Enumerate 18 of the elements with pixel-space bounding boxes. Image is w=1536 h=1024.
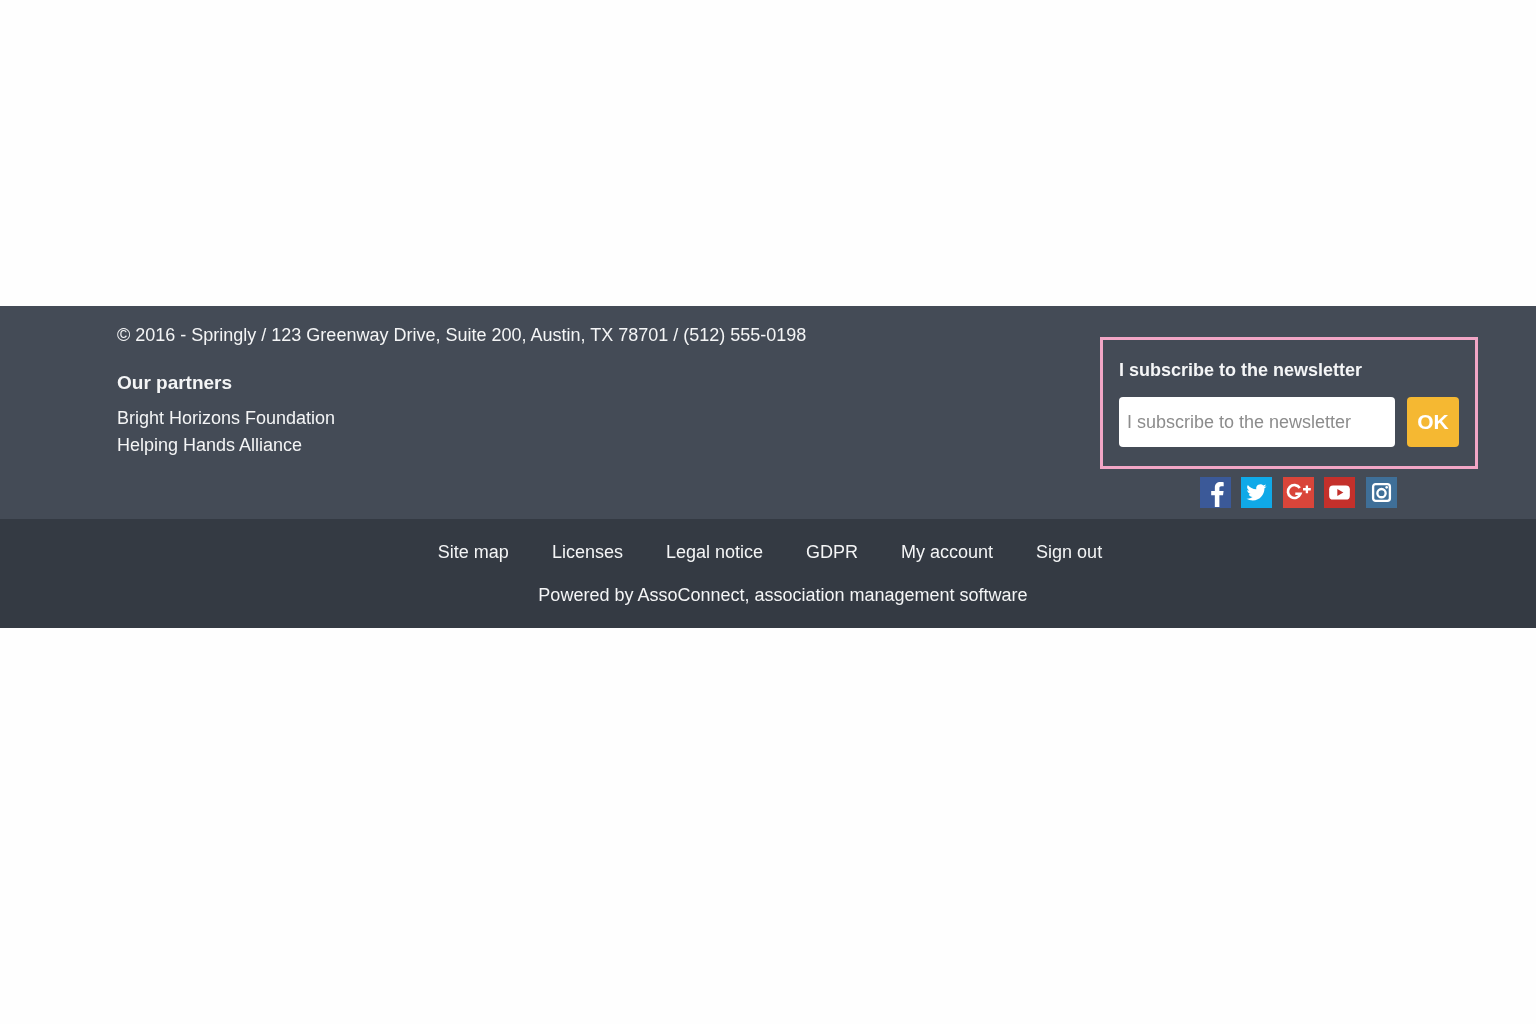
twitter-icon[interactable] xyxy=(1241,477,1272,508)
footer-link[interactable]: Legal notice xyxy=(665,540,763,564)
instagram-icon[interactable] xyxy=(1365,477,1397,508)
footer-link[interactable]: My account xyxy=(901,540,994,564)
footer-link[interactable]: GDPR xyxy=(806,540,859,564)
partner-link[interactable]: Bright Horizons Foundation xyxy=(117,405,336,432)
footer-link[interactable]: Licenses xyxy=(551,540,623,564)
footer-link[interactable]: Sign out xyxy=(1036,540,1103,564)
facebook-icon[interactable] xyxy=(1199,477,1231,508)
youtube-icon[interactable] xyxy=(1324,477,1355,508)
newsletter-heading: I subscribe to the newsletter xyxy=(1119,359,1364,381)
newsletter-input[interactable]: I subscribe to the newsletter xyxy=(1119,397,1395,447)
google-plus-icon[interactable] xyxy=(1282,477,1314,508)
address-text: © 2016 - Springly / 123 Greenway Drive, Suite 200, Austin, TX 78701 / (512) 555-0198 xyxy=(117,324,807,347)
powered-by-link[interactable]: Powered by AssoConnect, association management software xyxy=(538,583,1028,607)
partner-link[interactable]: Helping Hands Alliance xyxy=(117,432,303,459)
footer-link[interactable]: Site map xyxy=(437,540,509,564)
partners-heading: Our partners xyxy=(117,371,233,395)
